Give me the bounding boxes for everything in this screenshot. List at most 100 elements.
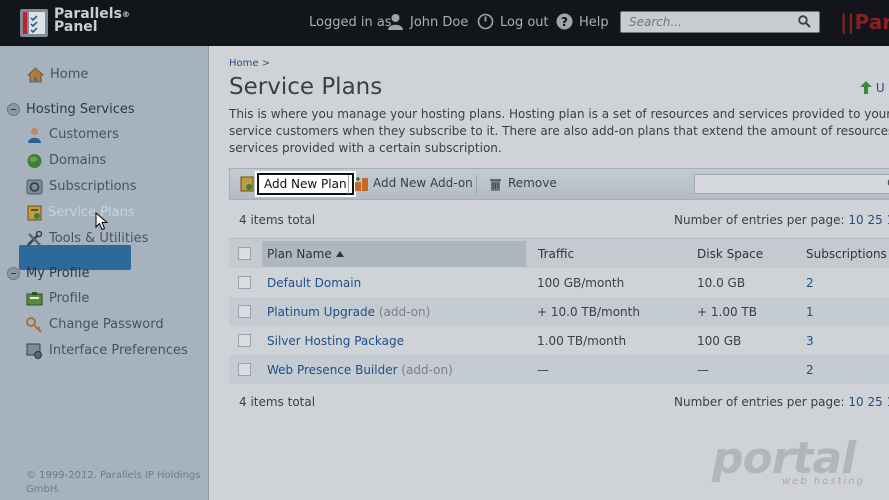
breadcrumb-home[interactable]: Home (229, 58, 259, 69)
plan-name-cell: Platinum Upgrade (add-on) (267, 305, 430, 319)
table-header: Plan Name Traffic Disk Space Subscriptio… (229, 238, 889, 269)
traffic-value: — (537, 363, 549, 377)
breadcrumb: Home > (229, 58, 270, 69)
home-icon (27, 67, 44, 83)
customer-icon (28, 128, 41, 143)
logout-link[interactable]: Log out (500, 15, 549, 30)
column-disk-space[interactable]: Disk Space (697, 247, 763, 261)
trash-icon (490, 179, 501, 191)
subscriptions-count-link[interactable]: 3 (806, 334, 814, 348)
up-level-link[interactable]: U (860, 81, 885, 95)
row-checkbox[interactable] (238, 334, 251, 347)
plan-name-link[interactable]: Silver Hosting Package (267, 334, 404, 348)
mouse-cursor-icon (95, 212, 108, 231)
table-row: Silver Hosting Package 1.00 TB/month 100… (229, 326, 889, 355)
page-description: This is where you manage your hosting pl… (229, 107, 889, 155)
subscriptions-count-link[interactable]: 1 (806, 305, 814, 319)
sidebar-label-customers: Customers (49, 127, 119, 142)
column-subscriptions[interactable]: Subscriptions (806, 247, 887, 261)
row-checkbox[interactable] (238, 305, 251, 318)
subscription-icon (26, 179, 43, 195)
breadcrumb-separator: > (261, 58, 271, 69)
collapse-icon[interactable] (7, 267, 20, 280)
column-plan-name[interactable]: Plan Name (267, 247, 344, 261)
items-total-top: 4 items total (239, 213, 316, 227)
section-label-hosting: Hosting Services (26, 102, 135, 117)
disk-value: 10.0 GB (697, 276, 746, 290)
help-link[interactable]: Help (579, 15, 609, 30)
plan-name-link[interactable]: Default Domain (267, 276, 361, 290)
service-plan-icon (27, 205, 42, 221)
items-total-bottom: 4 items total (239, 395, 316, 409)
remove-label: Remove (508, 176, 557, 190)
per-page-25[interactable]: 25 (868, 395, 883, 409)
subscriptions-count-link[interactable]: 2 (806, 276, 814, 290)
sidebar-label-subscriptions: Subscriptions (49, 179, 137, 194)
add-plan-icon (240, 176, 254, 192)
collapse-icon[interactable] (7, 103, 20, 116)
sort-ascending-icon[interactable] (335, 251, 344, 257)
up-arrow-icon (860, 81, 872, 94)
table-row: Platinum Upgrade (add-on) + 10.0 TB/mont… (229, 297, 889, 326)
traffic-value: + 10.0 TB/month (537, 305, 640, 319)
user-name-link[interactable]: John Doe (410, 15, 468, 30)
per-page-10[interactable]: 10 (848, 213, 863, 227)
traffic-value: 100 GB/month (537, 276, 625, 290)
product-name: Parallels® Panel (54, 6, 130, 35)
sidebar-label-profile: Profile (49, 291, 90, 306)
subscriptions-count-link[interactable]: 2 (806, 363, 814, 377)
copyright: © 1999-2012. Parallels IP Holdings GmbH. (26, 470, 201, 495)
search-icon[interactable] (798, 15, 811, 28)
toolbar: Add New Plan Add New Add-on Remove (229, 168, 889, 200)
addon-tag: (add-on) (401, 363, 453, 377)
sidebar: Home Hosting Services Customers Domains … (0, 46, 209, 500)
watermark-subtitle: web hosting (782, 476, 865, 487)
row-checkbox[interactable] (238, 363, 251, 376)
entries-per-page-bottom: Number of entries per page: 10 25 1 (674, 395, 889, 409)
column-traffic[interactable]: Traffic (538, 247, 574, 261)
preferences-icon (26, 343, 42, 359)
sidebar-label-change-password: Change Password (49, 317, 164, 332)
per-page-25[interactable]: 25 (868, 213, 883, 227)
section-label-profile: My Profile (26, 266, 90, 281)
power-icon[interactable] (477, 13, 494, 30)
per-page-10[interactable]: 10 (848, 395, 863, 409)
disk-value: — (697, 363, 709, 377)
disk-value: 100 GB (697, 334, 742, 348)
key-icon (26, 317, 42, 333)
disk-value: + 1.00 TB (697, 305, 757, 319)
plan-name-link[interactable]: Web Presence Builder (267, 363, 398, 377)
profile-card-icon (26, 292, 43, 306)
sidebar-label-home: Home (50, 67, 89, 82)
traffic-value: 1.00 TB/month (537, 334, 627, 348)
main-content: Home > Service Plans U This is where you… (210, 46, 889, 500)
global-search-input[interactable] (629, 13, 789, 31)
add-new-addon-label: Add New Add-on (373, 176, 473, 190)
globe-icon (27, 154, 42, 168)
select-all-checkbox[interactable] (238, 247, 251, 260)
toolbar-divider (348, 175, 349, 194)
svg-text:?: ? (561, 15, 568, 29)
tools-icon (27, 231, 43, 246)
toolbar-divider (476, 175, 477, 194)
user-icon (388, 14, 403, 30)
logged-in-label: Logged in as (309, 15, 392, 30)
list-search-input[interactable] (694, 174, 889, 194)
table-row: Web Presence Builder (add-on) — — 2 (229, 355, 889, 384)
entries-per-page-top: Number of entries per page: 10 25 1 (674, 213, 889, 227)
row-checkbox[interactable] (238, 276, 251, 289)
table-row: Default Domain 100 GB/month 10.0 GB 2 (229, 268, 889, 297)
addon-tag: (add-on) (378, 305, 431, 319)
global-search[interactable] (620, 11, 820, 33)
page-title: Service Plans (229, 74, 383, 100)
sidebar-label-service-plans: Service Plans (48, 205, 135, 220)
help-icon[interactable]: ? (556, 13, 573, 30)
brand-logo-right: ||Par (840, 10, 889, 34)
add-new-plan-button[interactable]: Add New Plan (257, 173, 354, 195)
plan-name-link[interactable]: Platinum Upgrade (267, 305, 375, 319)
parallels-logo-icon (20, 9, 48, 37)
sidebar-label-tools: Tools & Utilities (49, 231, 149, 246)
top-bar: Parallels® Panel Logged in as John Doe L… (0, 0, 889, 46)
add-addon-icon (355, 177, 368, 191)
sidebar-label-interface-preferences: Interface Preferences (49, 343, 188, 358)
